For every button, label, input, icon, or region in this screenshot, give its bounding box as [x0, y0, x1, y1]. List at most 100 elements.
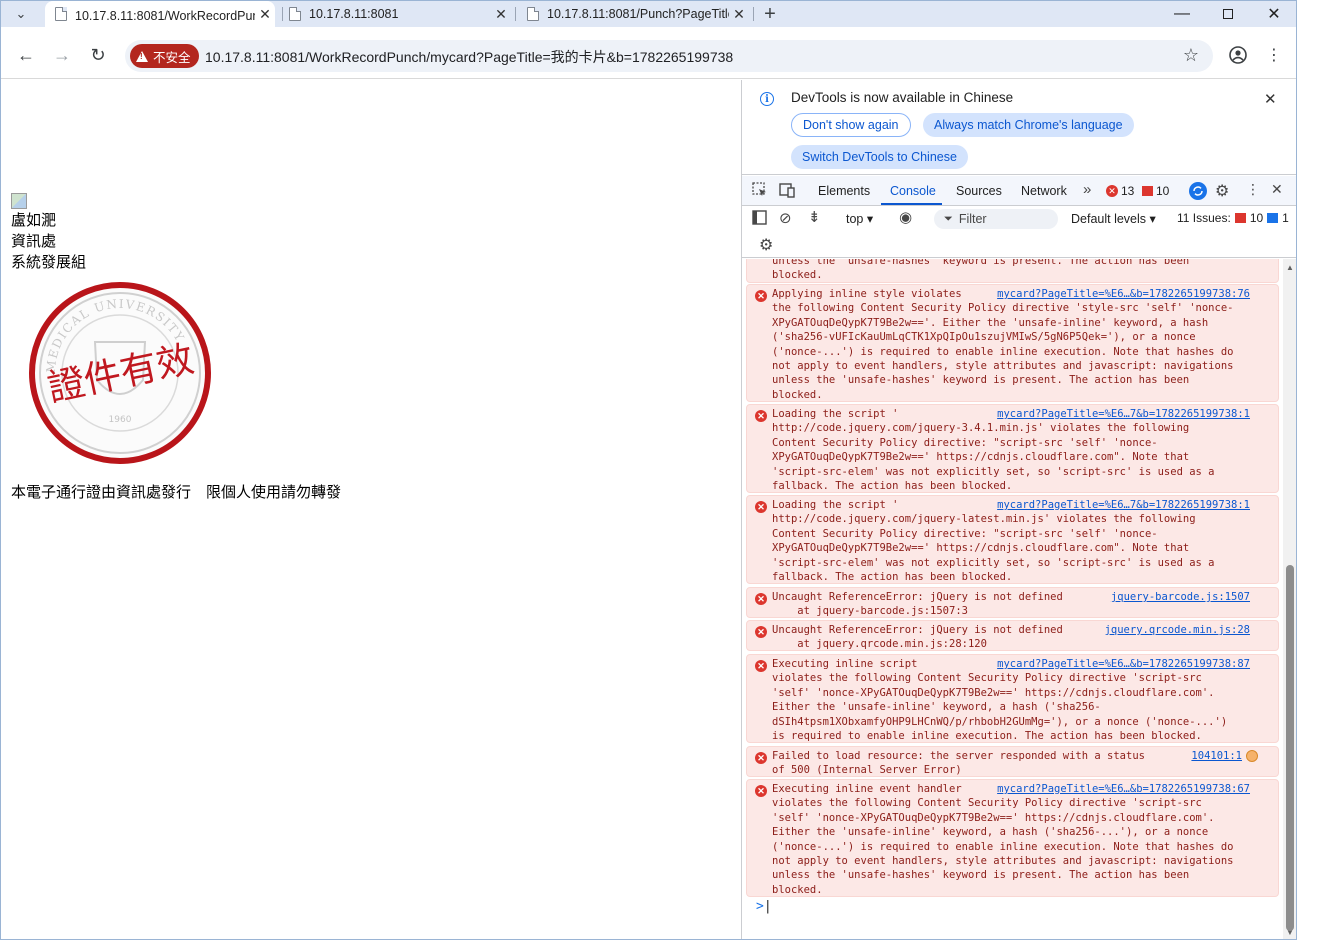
error-icon: ✕ — [755, 593, 767, 605]
new-tab-plus-icon[interactable]: + — [758, 2, 782, 26]
error-icon: ✕ — [755, 290, 767, 302]
error-icon: ✕ — [755, 785, 767, 797]
reload-icon[interactable]: ↻ — [86, 43, 110, 67]
tab-network[interactable]: Network — [1021, 184, 1067, 198]
close-tab-icon[interactable]: ✕ — [491, 6, 511, 23]
console-error-message[interactable]: ✕ Uncaught ReferenceError: jQuery is not… — [746, 620, 1279, 651]
page-content: 盧如淝 資訊處 系統發展組 MEDICAL UNIVERSITY 1960 證件… — [1, 80, 741, 939]
issues-counter[interactable]: 11 Issues: 10 1 — [1177, 211, 1289, 225]
log-levels-select[interactable]: Default levels ▾ — [1071, 211, 1156, 226]
devtools-language-infobar: i DevTools is now available in Chinese ✕… — [742, 80, 1296, 175]
active-tab-indicator — [881, 203, 942, 205]
always-match-language-button[interactable]: Always match Chrome's language — [923, 113, 1134, 137]
message-text: unless the 'unsafe-hashes' keyword is pr… — [772, 259, 1190, 282]
scroll-up-arrow-icon[interactable]: ▲ — [1286, 263, 1294, 272]
close-infobar-icon[interactable]: ✕ — [1264, 90, 1277, 108]
console-input-prompt[interactable]: >| — [756, 899, 772, 914]
page-icon — [289, 7, 301, 21]
broken-image-icon — [11, 193, 27, 209]
message-text: Applying inline style violates the follo… — [772, 288, 1234, 401]
profile-avatar-icon[interactable] — [1226, 43, 1250, 67]
clear-console-icon[interactable]: ⊘ — [779, 209, 792, 227]
tab-mycard[interactable]: 10.17.8.11:8081/WorkRecordPunch/mycard?P… — [45, 1, 275, 27]
console-error-message[interactable]: ✕ Loading the script ' http://code.jquer… — [746, 404, 1279, 493]
tab-title: 10.17.8.11:8081/Punch?PageTitle — [547, 7, 729, 21]
switch-to-chinese-button[interactable]: Switch DevTools to Chinese — [791, 145, 968, 169]
sidebar-toggle-icon[interactable] — [752, 210, 767, 228]
live-expression-eye-icon[interactable]: ◉ — [899, 208, 912, 226]
console-error-message[interactable]: ✕ Failed to load resource: the server re… — [746, 746, 1279, 777]
console-error-message[interactable]: ✕ Uncaught ReferenceError: jQuery is not… — [746, 587, 1279, 618]
close-devtools-icon[interactable]: ✕ — [1271, 181, 1283, 198]
console-settings-gear-icon[interactable]: ⚙ — [759, 235, 773, 255]
person-name: 盧如淝 — [11, 212, 57, 229]
bookmark-star-icon[interactable]: ☆ — [1183, 45, 1199, 66]
close-tab-icon[interactable]: ✕ — [255, 6, 275, 23]
console-error-message[interactable]: unless the 'unsafe-hashes' keyword is pr… — [746, 259, 1279, 283]
address-bar[interactable]: 不安全 10.17.8.11:8081/WorkRecordPunch/myca… — [125, 40, 1213, 72]
warning-triangle-icon — [136, 50, 148, 62]
source-link[interactable]: mycard?PageTitle=%E6…&b=1782265199738:87 — [997, 657, 1250, 671]
url-text[interactable]: 10.17.8.11:8081/WorkRecordPunch/mycard?P… — [205, 47, 733, 67]
tab-root[interactable]: 10.17.8.11:8081 ✕ — [289, 1, 511, 27]
source-link[interactable]: 104101:1 — [1191, 749, 1242, 763]
context-value: top — [846, 212, 864, 226]
source-link[interactable]: jquery.qrcode.min.js:28 — [1105, 623, 1250, 637]
device-toolbar-icon[interactable] — [779, 182, 796, 201]
infobar-message: DevTools is now available in Chinese — [791, 90, 1014, 105]
tab-elements[interactable]: Elements — [818, 184, 870, 198]
not-secure-badge[interactable]: 不安全 — [130, 44, 199, 68]
console-scroll-thumb[interactable] — [1286, 565, 1294, 931]
source-link[interactable]: mycard?PageTitle=%E6…7&b=1782265199738:1 — [997, 407, 1250, 421]
more-options-icon[interactable]: ⋮ — [1246, 181, 1260, 198]
error-icon: ✕ — [755, 501, 767, 513]
devtools-tabbar: Elements Console Sources Network » ✕ 13 … — [742, 176, 1296, 206]
more-menu-icon[interactable]: ⋮ — [1262, 43, 1286, 67]
close-window-icon[interactable]: ✕ — [1251, 1, 1296, 27]
sync-icon[interactable] — [1188, 181, 1208, 204]
tab-title: 10.17.8.11:8081/WorkRecordPunch/mycard?P… — [75, 8, 255, 23]
dont-show-again-button[interactable]: Don't show again — [791, 113, 911, 137]
issue-flag-icon — [1234, 213, 1246, 223]
filter-input[interactable]: ⏷ Filter — [934, 209, 1058, 229]
inspect-element-icon[interactable] — [752, 182, 768, 201]
info-flag-icon — [1267, 213, 1279, 223]
console-error-message[interactable]: ✕ Applying inline style violates the fol… — [746, 284, 1279, 402]
console-error-message[interactable]: ✕ Loading the script ' http://code.jquer… — [746, 495, 1279, 584]
tab-title: 10.17.8.11:8081 — [309, 7, 399, 21]
error-icon: ✕ — [1106, 185, 1118, 197]
context-select[interactable]: top ▾ — [846, 211, 873, 226]
error-count-badge[interactable]: ✕ 13 — [1106, 184, 1134, 198]
tab-punch[interactable]: 10.17.8.11:8081/Punch?PageTitle ✕ — [527, 1, 749, 27]
back-arrow-icon[interactable]: ← — [14, 43, 38, 67]
tab-console[interactable]: Console — [890, 184, 936, 198]
console-error-message[interactable]: ✕ Executing inline script violates the f… — [746, 654, 1279, 743]
split-icon[interactable]: ⇟ — [808, 208, 821, 226]
source-link[interactable]: mycard?PageTitle=%E6…&b=1782265199738:76 — [997, 287, 1250, 301]
settings-gear-icon[interactable]: ⚙ — [1215, 181, 1229, 201]
maximize-icon[interactable] — [1205, 1, 1251, 27]
more-tabs-chevron-icon[interactable]: » — [1083, 181, 1091, 198]
tab-sources[interactable]: Sources — [956, 184, 1002, 198]
devtools-panel: i DevTools is now available in Chinese ✕… — [741, 80, 1296, 939]
console-error-message[interactable]: ✕ Executing inline event handler violate… — [746, 779, 1279, 897]
prompt-caret: > — [756, 899, 764, 914]
info-icon: i — [760, 92, 774, 106]
warning-count-badge[interactable]: 10 — [1142, 184, 1169, 198]
issues-label: 11 Issues: — [1177, 211, 1231, 225]
source-link[interactable]: mycard?PageTitle=%E6…&b=1782265199738:67 — [997, 782, 1250, 796]
source-link[interactable]: jquery-barcode.js:1507 — [1111, 590, 1250, 604]
browser-toolbar: ← → ↻ 不安全 10.17.8.11:8081/WorkRecordPunc… — [1, 31, 1296, 79]
not-secure-label: 不安全 — [153, 50, 191, 65]
close-tab-icon[interactable]: ✕ — [729, 6, 749, 23]
tab-search-chevron-down-icon[interactable]: ⌄ — [9, 2, 33, 26]
warning-count: 10 — [1156, 184, 1170, 198]
minimize-icon[interactable]: — — [1159, 1, 1205, 27]
source-link[interactable]: mycard?PageTitle=%E6…7&b=1782265199738:1 — [997, 498, 1250, 512]
forward-arrow-icon[interactable]: → — [50, 43, 74, 67]
filter-funnel-icon: ⏷ — [944, 212, 953, 225]
network-request-icon[interactable] — [1246, 750, 1258, 762]
error-icon: ✕ — [755, 626, 767, 638]
seal-year: 1960 — [109, 415, 132, 425]
page-icon — [55, 7, 67, 21]
